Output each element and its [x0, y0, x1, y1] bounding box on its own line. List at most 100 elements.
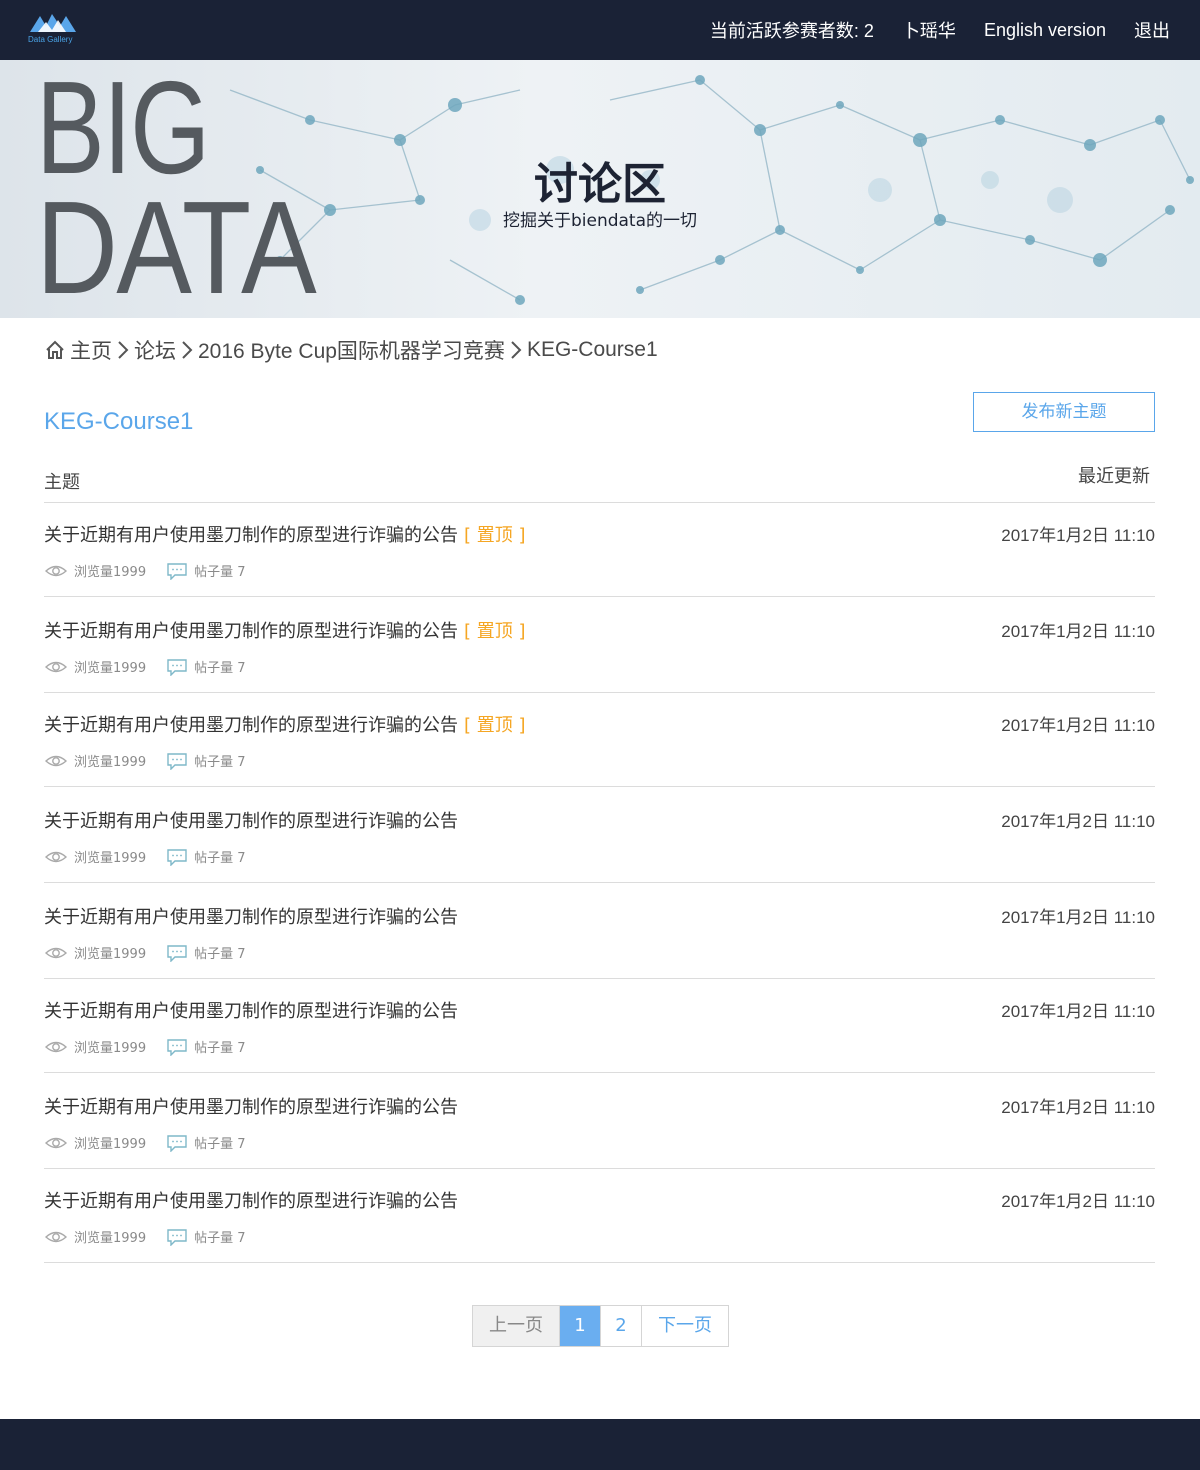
posts-stat: 帖子量 7 — [166, 1133, 246, 1152]
topic-title-text[interactable]: 关于近期有用户使用墨刀制作的原型进行诈骗的公告 — [44, 1097, 458, 1118]
topic-title-text[interactable]: 关于近期有用户使用墨刀制作的原型进行诈骗的公告 — [44, 715, 458, 736]
topic-date: 2017年1月2日 11:10 — [1001, 1192, 1155, 1211]
topic-title-text[interactable]: 关于近期有用户使用墨刀制作的原型进行诈骗的公告 — [44, 621, 458, 642]
views-stat: 浏览量1999 — [44, 1037, 146, 1056]
topic-title-text[interactable]: 关于近期有用户使用墨刀制作的原型进行诈骗的公告 — [44, 1191, 458, 1212]
page-1-button[interactable]: 1 — [560, 1306, 601, 1346]
posts-count: 帖子量 7 — [194, 1137, 246, 1152]
views-stat: 浏览量1999 — [44, 751, 146, 770]
eye-icon — [44, 1137, 68, 1148]
posts-count: 帖子量 7 — [194, 1231, 246, 1246]
pagination: 上一页 1 2 下一页 — [472, 1305, 729, 1347]
banner-title: 讨论区 — [534, 159, 666, 210]
topic-meta: 浏览量1999 帖子量 7 — [44, 561, 266, 580]
views-stat: 浏览量1999 — [44, 1133, 146, 1152]
breadcrumb-home[interactable]: 主页 — [70, 335, 112, 365]
eye-icon — [44, 1041, 68, 1052]
topic-date: 2017年1月2日 11:10 — [1001, 716, 1155, 735]
chevron-right-icon — [118, 341, 129, 359]
comment-icon — [167, 1134, 187, 1152]
topic-meta: 浏览量1999 帖子量 7 — [44, 1133, 266, 1152]
views-count: 浏览量1999 — [74, 851, 147, 866]
topic-title-text[interactable]: 关于近期有用户使用墨刀制作的原型进行诈骗的公告 — [44, 811, 458, 832]
posts-count: 帖子量 7 — [194, 947, 246, 962]
topic-meta: 浏览量1999 帖子量 7 — [44, 847, 266, 866]
hero-banner: BIG DATA 讨论区 挖掘关于biendata的一切 — [0, 60, 1200, 318]
views-stat: 浏览量1999 — [44, 657, 146, 676]
topic-title[interactable]: 关于近期有用户使用墨刀制作的原型进行诈骗的公告 — [44, 997, 464, 1023]
posts-stat: 帖子量 7 — [166, 657, 246, 676]
views-stat: 浏览量1999 — [44, 1227, 146, 1246]
topic-date: 2017年1月2日 11:10 — [1001, 1098, 1155, 1117]
views-count: 浏览量1999 — [74, 1041, 147, 1056]
topic-date: 2017年1月2日 11:10 — [1001, 526, 1155, 545]
top-nav-bar: Data Gallery 当前活跃参赛者数: 2 卜瑶华 English ver… — [0, 0, 1200, 60]
column-header-topic: 主题 — [44, 472, 80, 493]
topic-row[interactable]: 关于近期有用户使用墨刀制作的原型进行诈骗的公告 [ 置顶 ] 2017年1月2日 1… — [44, 599, 1155, 693]
topic-title[interactable]: 关于近期有用户使用墨刀制作的原型进行诈骗的公告 [ 置顶 ] — [44, 521, 526, 547]
new-topic-button[interactable]: 发布新主题 — [973, 392, 1155, 432]
breadcrumb-competition[interactable]: 2016 Byte Cup国际机器学习竞赛 — [198, 335, 505, 365]
comment-icon — [167, 562, 187, 580]
logo-text: Data Gallery — [28, 35, 73, 44]
topic-title[interactable]: 关于近期有用户使用墨刀制作的原型进行诈骗的公告 — [44, 1187, 464, 1213]
eye-icon — [44, 565, 68, 576]
eye-icon — [44, 1231, 68, 1242]
comment-icon — [167, 1038, 187, 1056]
logout-link[interactable]: 退出 — [1134, 17, 1170, 43]
banner-subtitle: 挖掘关于biendata的一切 — [502, 211, 698, 231]
topic-row[interactable]: 关于近期有用户使用墨刀制作的原型进行诈骗的公告 [ 置顶 ] 2017年1月2日 1… — [44, 693, 1155, 787]
topic-title[interactable]: 关于近期有用户使用墨刀制作的原型进行诈骗的公告 [ 置顶 ] — [44, 617, 526, 643]
breadcrumb-current: KEG-Course1 — [526, 338, 658, 361]
home-icon[interactable] — [44, 339, 66, 361]
posts-stat: 帖子量 7 — [166, 1037, 246, 1056]
posts-count: 帖子量 7 — [194, 565, 246, 580]
topic-date: 2017年1月2日 11:10 — [1001, 1002, 1155, 1021]
posts-count: 帖子量 7 — [194, 755, 246, 770]
comment-icon — [167, 658, 187, 676]
topic-row[interactable]: 关于近期有用户使用墨刀制作的原型进行诈骗的公告 2017年1月2日 11:10 浏览… — [44, 1169, 1155, 1263]
footer — [0, 1419, 1200, 1470]
topic-date: 2017年1月2日 11:10 — [1001, 622, 1155, 641]
topic-title-text[interactable]: 关于近期有用户使用墨刀制作的原型进行诈骗的公告 — [44, 1001, 458, 1022]
topic-row[interactable]: 关于近期有用户使用墨刀制作的原型进行诈骗的公告 2017年1月2日 11:10 浏览… — [44, 789, 1155, 883]
topic-title-text[interactable]: 关于近期有用户使用墨刀制作的原型进行诈骗的公告 — [44, 525, 458, 546]
topic-date: 2017年1月2日 11:10 — [1001, 908, 1155, 927]
topic-meta: 浏览量1999 帖子量 7 — [44, 943, 266, 962]
views-count: 浏览量1999 — [74, 1231, 147, 1246]
topic-meta: 浏览量1999 帖子量 7 — [44, 751, 266, 770]
views-count: 浏览量1999 — [74, 565, 147, 580]
posts-count: 帖子量 7 — [194, 661, 246, 676]
comment-icon — [167, 752, 187, 770]
topic-title[interactable]: 关于近期有用户使用墨刀制作的原型进行诈骗的公告 — [44, 903, 464, 929]
english-version-link[interactable]: English version — [984, 20, 1106, 41]
prev-page-button[interactable]: 上一页 — [473, 1306, 560, 1346]
data-gallery-logo[interactable]: Data Gallery — [28, 12, 88, 48]
comment-icon — [167, 944, 187, 962]
topic-title[interactable]: 关于近期有用户使用墨刀制作的原型进行诈骗的公告 [ 置顶 ] — [44, 711, 526, 737]
next-page-button[interactable]: 下一页 — [642, 1306, 728, 1346]
pinned-badge: [ 置顶 ] — [464, 525, 526, 546]
active-participants-count: 当前活跃参赛者数: 2 — [709, 21, 874, 41]
comment-icon — [167, 848, 187, 866]
topic-row[interactable]: 关于近期有用户使用墨刀制作的原型进行诈骗的公告 2017年1月2日 11:10 浏览… — [44, 885, 1155, 979]
page-2-button[interactable]: 2 — [601, 1306, 642, 1346]
topic-row[interactable]: 关于近期有用户使用墨刀制作的原型进行诈骗的公告 2017年1月2日 11:10 浏览… — [44, 979, 1155, 1073]
mountain-logo-icon — [30, 14, 76, 32]
eye-icon — [44, 851, 68, 862]
topic-title-text[interactable]: 关于近期有用户使用墨刀制作的原型进行诈骗的公告 — [44, 907, 458, 928]
views-count: 浏览量1999 — [74, 1137, 147, 1152]
topic-title[interactable]: 关于近期有用户使用墨刀制作的原型进行诈骗的公告 — [44, 1093, 464, 1119]
posts-count: 帖子量 7 — [194, 1041, 246, 1056]
topic-title[interactable]: 关于近期有用户使用墨刀制作的原型进行诈骗的公告 — [44, 807, 464, 833]
views-count: 浏览量1999 — [74, 755, 147, 770]
breadcrumb-forum[interactable]: 论坛 — [134, 335, 176, 365]
pinned-badge: [ 置顶 ] — [464, 715, 526, 736]
username-link[interactable]: 卜瑶华 — [902, 17, 956, 43]
topic-row[interactable]: 关于近期有用户使用墨刀制作的原型进行诈骗的公告 [ 置顶 ] 2017年1月2日 1… — [44, 503, 1155, 597]
posts-count: 帖子量 7 — [194, 851, 246, 866]
posts-stat: 帖子量 7 — [166, 561, 246, 580]
posts-stat: 帖子量 7 — [166, 751, 246, 770]
eye-icon — [44, 947, 68, 958]
topic-row[interactable]: 关于近期有用户使用墨刀制作的原型进行诈骗的公告 2017年1月2日 11:10 浏览… — [44, 1075, 1155, 1169]
